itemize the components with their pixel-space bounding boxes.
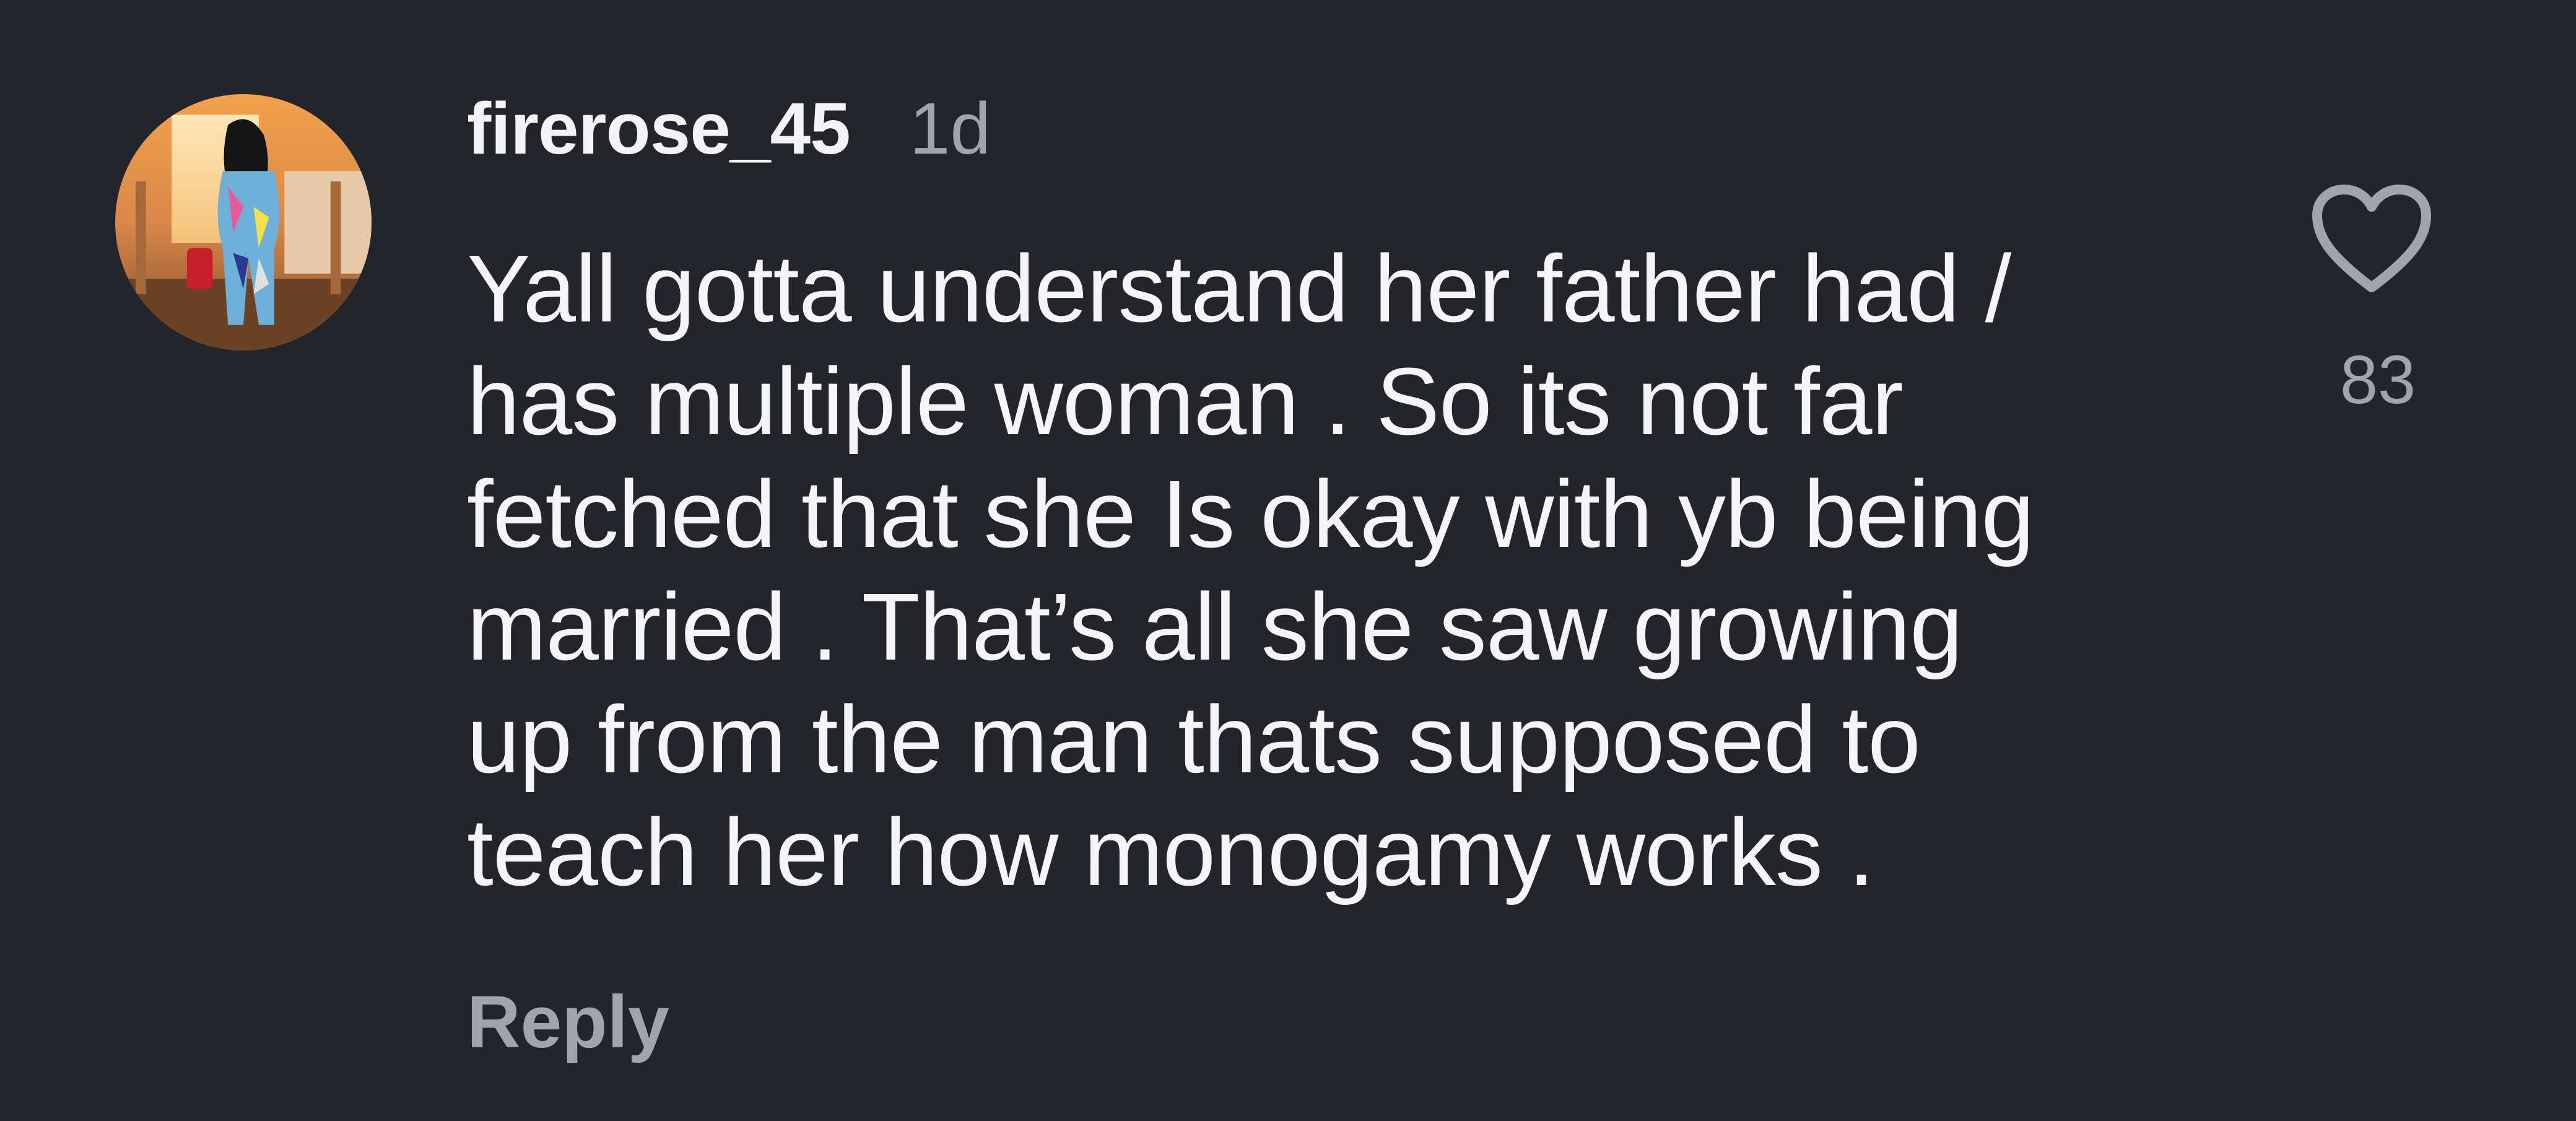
timestamp: 1d xyxy=(909,88,991,170)
comment-line: married . That’s all she saw growing xyxy=(467,574,1963,680)
comment-item: firerose_45 1d Yall gotta understand her… xyxy=(0,0,2576,1121)
heart-outline-icon xyxy=(2312,185,2431,292)
comment-line: up from the man thats supposed to xyxy=(467,686,1921,793)
username[interactable]: firerose_45 xyxy=(467,87,851,171)
like-button[interactable] xyxy=(2310,183,2434,295)
comment-line: fetched that she Is okay with yb being xyxy=(467,461,2034,567)
avatar[interactable] xyxy=(115,94,372,351)
like-count: 83 xyxy=(2339,342,2416,418)
comment-header: firerose_45 1d xyxy=(467,79,991,178)
reply-button[interactable]: Reply xyxy=(467,972,669,1071)
comment-line: Yall gotta understand her father had / xyxy=(467,235,2011,342)
comment-line: teach her how monogamy works . xyxy=(467,799,1874,905)
avatar-image xyxy=(115,94,372,351)
comment-line: has multiple woman . So its not far xyxy=(467,348,1904,455)
comment-body: Yall gotta understand her father had / h… xyxy=(467,232,2176,909)
